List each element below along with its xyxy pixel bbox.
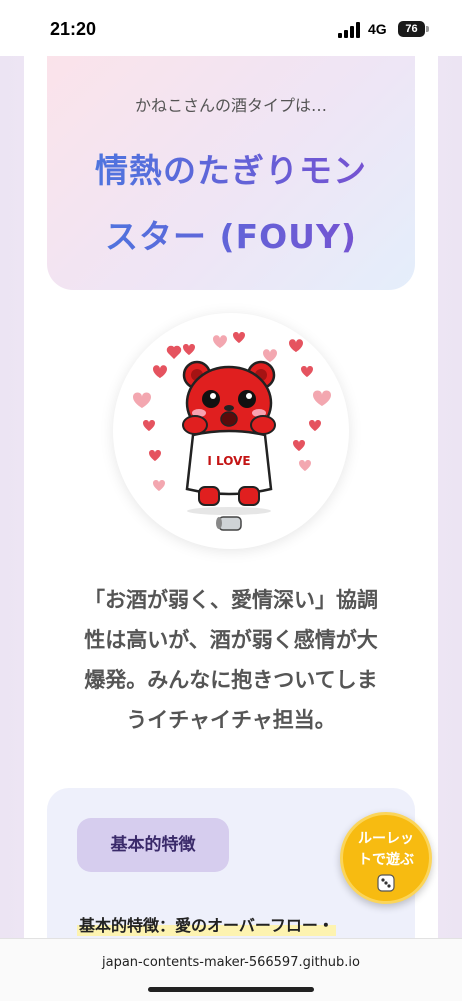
home-indicator <box>148 987 314 992</box>
type-description: 「お酒が弱く、愛情深い」協調 性は高いが、酒が弱く感情が大 爆発。みんなに抱きつ… <box>50 580 412 740</box>
network-label: 4G <box>368 21 387 37</box>
result-title-line2: スター (FOUY) <box>105 217 357 256</box>
battery-icon: 76 <box>398 21 425 37</box>
dice-icon <box>377 874 395 892</box>
red-bear-mascot-icon: I LOVE <box>133 332 331 531</box>
result-intro: かねこさんの酒タイプは… <box>134 96 327 115</box>
roulette-label: ルーレッ トで遊ぶ <box>358 831 414 868</box>
status-time: 21:20 <box>50 19 97 39</box>
feature-line: 基本的特徴：愛のオーバーフロー・ <box>77 912 336 936</box>
browser-url-bar[interactable]: japan-contents-maker-566597.github.io <box>0 938 462 1001</box>
roulette-button[interactable]: ルーレッ トで遊ぶ <box>340 812 432 904</box>
result-title-line1: 情熱のたぎりモン <box>95 151 367 190</box>
result-title: 情熱のたぎりモン スター (FOUY) <box>67 138 395 270</box>
signal-icon <box>338 22 360 38</box>
battery-tip <box>426 26 429 32</box>
description-line: うイチャイチャ担当。 <box>126 708 336 732</box>
description-line: 「お酒が弱く、愛情深い」協調 <box>84 588 378 612</box>
result-header: かねこさんの酒タイプは… 情熱のたぎりモン スター (FOUY) <box>47 52 415 290</box>
status-bar: 21:20 4G 76 <box>0 0 462 56</box>
shirt-text: I LOVE <box>207 454 250 468</box>
features-tag: 基本的特徴 <box>77 818 229 872</box>
mascot-image: I LOVE <box>113 313 349 549</box>
description-line: 爆発。みんなに抱きついてしま <box>84 668 378 692</box>
description-line: 性は高いが、酒が弱く感情が大 <box>84 628 378 652</box>
url-text: japan-contents-maker-566597.github.io <box>101 955 360 970</box>
